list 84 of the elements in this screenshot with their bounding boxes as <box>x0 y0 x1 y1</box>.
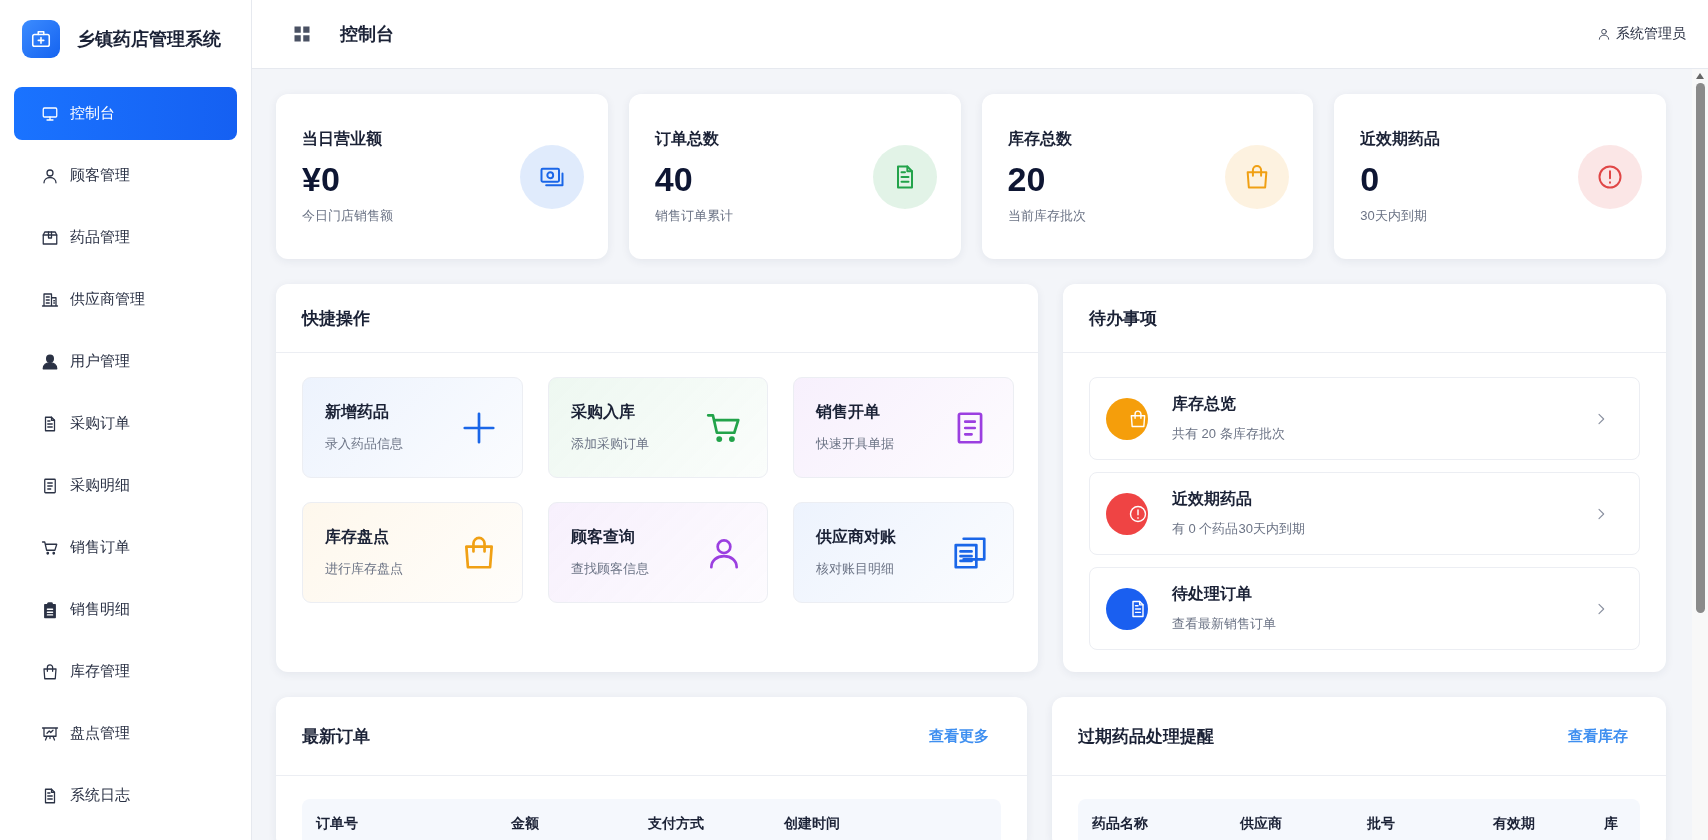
quick-action-tile[interactable]: 供应商对账 核对账目明细 <box>793 502 1014 603</box>
column-header: 有效期 <box>1493 815 1536 833</box>
action-caption: 查找顾客信息 <box>570 560 649 578</box>
todo-caption: 共有 20 条库存批次 <box>1172 425 1285 443</box>
scrollbar[interactable] <box>1692 69 1708 840</box>
user-name[interactable]: 系统管理员 <box>1616 25 1686 43</box>
column-header: 药品名称 <box>1092 815 1149 833</box>
stat-caption: 今日门店销售额 <box>302 206 393 225</box>
stat-caption: 当前库存批次 <box>1007 206 1086 225</box>
medical-kit-icon <box>30 28 52 50</box>
grid-icon <box>292 24 312 44</box>
action-title: 顾客查询 <box>570 527 636 547</box>
action-caption: 添加采购订单 <box>570 435 649 453</box>
action-title: 库存盘点 <box>325 527 390 547</box>
sidebar-item[interactable]: 控制台 <box>14 87 237 140</box>
panel-title: 过期药品处理提醒 <box>1078 725 1214 748</box>
user-icon <box>41 166 59 185</box>
panel-title: 快捷操作 <box>302 307 370 330</box>
column-header: 订单号 <box>316 815 359 833</box>
column-header: 库 <box>1604 815 1619 833</box>
action-caption: 进行库存盘点 <box>325 560 403 578</box>
cart-icon <box>41 538 59 557</box>
stat-title: 近效期药品 <box>1360 128 1441 149</box>
sidebar-item[interactable]: 系统日志 <box>14 769 237 822</box>
action-title: 新增药品 <box>325 402 390 422</box>
todo-caption: 有 0 个药品30天内到期 <box>1172 520 1305 538</box>
action-title: 销售开单 <box>816 402 882 422</box>
page-title: 控制台 <box>340 23 394 46</box>
stat-title: 当日营业额 <box>302 128 383 149</box>
todo-title: 近效期药品 <box>1172 489 1253 509</box>
stat-value: 40 <box>654 159 694 199</box>
shopping-bag-icon <box>41 662 59 681</box>
todo-item[interactable]: 库存总览 共有 20 条库存批次 <box>1089 377 1640 460</box>
quick-action-tile[interactable]: 库存盘点 进行库存盘点 <box>302 502 523 603</box>
action-caption: 录入药品信息 <box>325 435 403 453</box>
shopping-bag-icon <box>1128 408 1148 429</box>
clipboard-icon <box>41 600 59 619</box>
sidebar-item[interactable]: 药品管理 <box>14 211 237 264</box>
todo-item[interactable]: 待处理订单 查看最新销售订单 <box>1089 567 1640 650</box>
column-header: 供应商 <box>1240 815 1283 833</box>
stat-value: 20 <box>1007 159 1047 199</box>
action-title: 采购入库 <box>570 402 636 422</box>
stat-title: 订单总数 <box>654 128 720 149</box>
sidebar-item[interactable]: 用户管理 <box>14 335 237 388</box>
action-title: 供应商对账 <box>816 527 897 547</box>
quick-action-tile[interactable]: 销售开单 快速开具单据 <box>793 377 1014 478</box>
alert-icon <box>1128 503 1148 524</box>
todo-item[interactable]: 近效期药品 有 0 个药品30天内到期 <box>1089 472 1640 555</box>
box-icon <box>41 228 59 247</box>
building-icon <box>41 290 59 309</box>
sidebar-item[interactable]: 盘点管理 <box>14 707 237 760</box>
column-header: 创建时间 <box>784 815 841 833</box>
panel-title: 最新订单 <box>302 725 370 748</box>
todo-caption: 查看最新销售订单 <box>1172 615 1276 633</box>
action-caption: 核对账目明细 <box>816 560 896 578</box>
stat-value: 0 <box>1360 159 1381 199</box>
quick-action-tile[interactable]: 顾客查询 查找顾客信息 <box>547 502 769 603</box>
stat-value: ¥0 <box>302 159 341 199</box>
todo-title: 待处理订单 <box>1172 584 1253 604</box>
sidebar-item[interactable]: 销售明细 <box>14 583 237 636</box>
user-icon <box>41 352 59 371</box>
todo-title: 库存总览 <box>1172 394 1237 414</box>
sidebar-item[interactable]: 库存管理 <box>14 645 237 698</box>
column-header: 批号 <box>1367 815 1396 833</box>
scroll-up-arrow-icon[interactable] <box>1696 73 1704 79</box>
sidebar-item[interactable]: 销售订单 <box>14 521 237 574</box>
action-caption: 快速开具单据 <box>816 435 895 453</box>
stat-title: 库存总数 <box>1007 128 1073 149</box>
stat-caption: 30天内到期 <box>1360 206 1428 225</box>
app-title: 乡镇药店管理系统 <box>77 28 221 51</box>
sidebar-item[interactable]: 供应商管理 <box>14 273 237 326</box>
column-header: 支付方式 <box>648 815 705 833</box>
document-icon <box>41 476 59 495</box>
presentation-board-icon <box>41 724 59 743</box>
column-header: 金额 <box>511 815 540 833</box>
user-icon <box>1597 27 1611 41</box>
sidebar-item[interactable]: 采购明细 <box>14 459 237 512</box>
quick-action-tile[interactable]: 新增药品 录入药品信息 <box>302 377 523 478</box>
panel-title: 待办事项 <box>1089 307 1157 330</box>
stat-caption: 销售订单累计 <box>654 206 733 225</box>
sidebar-item[interactable]: 顾客管理 <box>14 149 237 202</box>
monitor-icon <box>41 104 59 123</box>
sidebar-item[interactable]: 采购订单 <box>14 397 237 450</box>
quick-action-tile[interactable]: 采购入库 添加采购订单 <box>547 377 769 478</box>
